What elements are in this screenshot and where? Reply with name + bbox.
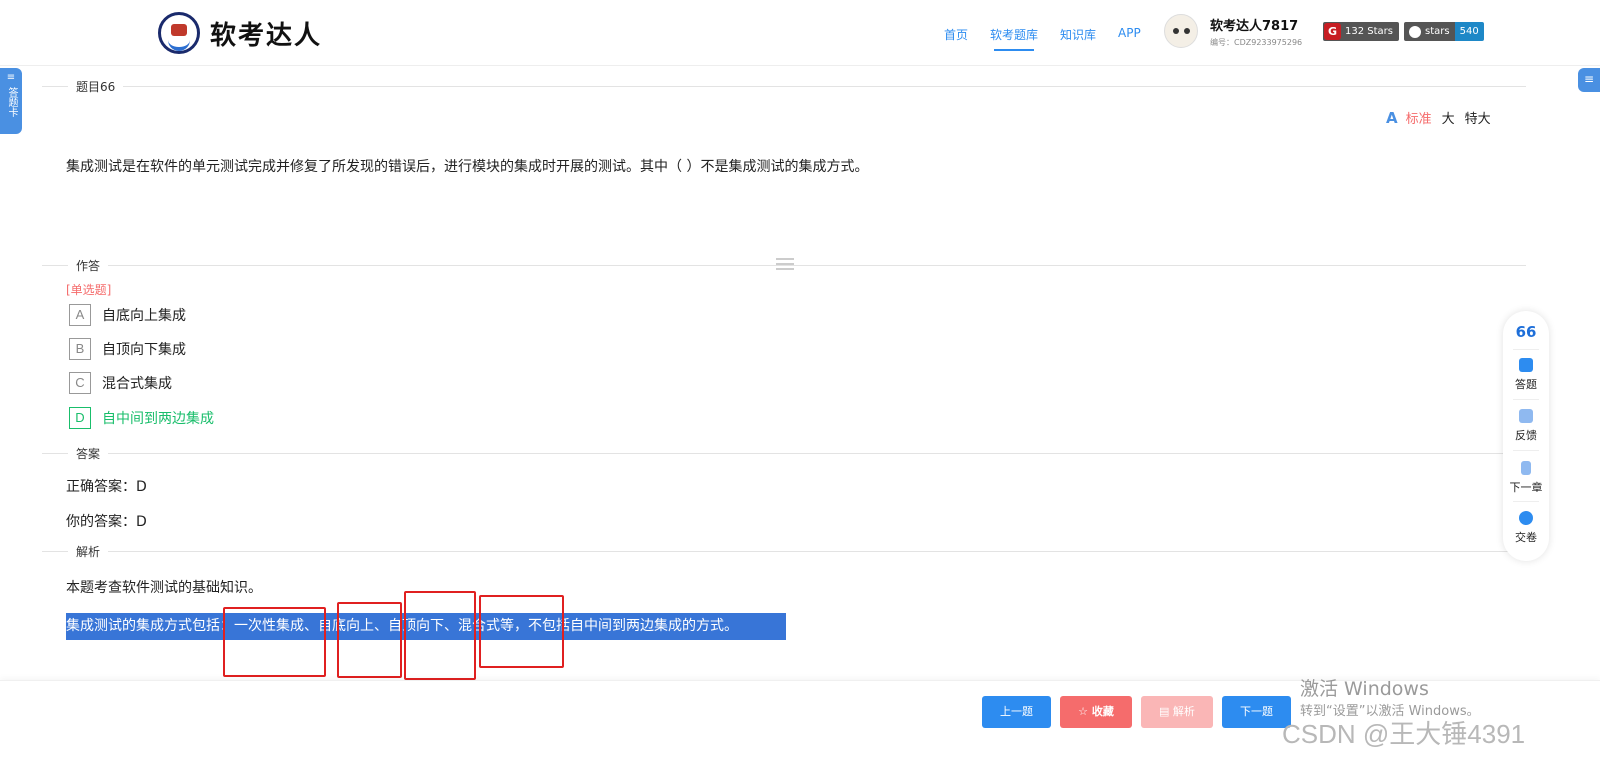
key-section-title: 答案 xyxy=(68,445,109,462)
feedback-icon xyxy=(1519,409,1533,423)
nav-app[interactable]: APP xyxy=(1118,26,1141,43)
nav-question-bank[interactable]: 软考题库 xyxy=(990,26,1038,51)
annotation-box xyxy=(404,591,476,680)
option-letter: D xyxy=(69,407,91,429)
divider xyxy=(1513,399,1539,400)
floating-tool-panel: 66 答题 反馈 下一章 交卷 xyxy=(1503,311,1549,561)
submit-exam-label: 交卷 xyxy=(1515,531,1537,544)
gitee-stars-text: 132 Stars xyxy=(1345,26,1393,37)
option-text: 自中间到两边集成 xyxy=(102,411,214,427)
option-a[interactable]: A 自底向上集成 xyxy=(69,304,186,326)
logo-text: 软考达人 xyxy=(210,20,323,51)
site-logo[interactable]: 软考达人 xyxy=(158,12,322,54)
nav-home[interactable]: 首页 xyxy=(944,26,968,43)
submit-exam-button[interactable]: 交卷 xyxy=(1503,511,1549,545)
annotation-box xyxy=(223,607,326,677)
your-answer: 你的答案：D xyxy=(66,514,147,530)
annotation-box xyxy=(479,595,564,668)
top-header: 软考达人 首页 软考题库 知识库 APP 软考达人7817 编号：CDZ9233… xyxy=(0,0,1600,66)
next-chapter-button[interactable]: 下一章 xyxy=(1503,461,1549,495)
font-size-icon: A xyxy=(1386,108,1398,127)
option-text: 混合式集成 xyxy=(102,376,172,392)
gitee-stars-badge[interactable]: G 132 Stars xyxy=(1323,22,1399,41)
question-type: [单选题] xyxy=(66,283,112,297)
next-chapter-label: 下一章 xyxy=(1509,481,1543,494)
resize-handle-icon[interactable] xyxy=(776,258,794,270)
avatar[interactable] xyxy=(1164,14,1198,48)
logo-emblem-icon xyxy=(158,12,200,54)
option-d[interactable]: D 自中间到两边集成 xyxy=(69,407,214,429)
divider xyxy=(42,551,1526,552)
font-size-control: A 标准 大 特大 xyxy=(1386,108,1501,128)
user-name: 软考达人7817 xyxy=(1210,18,1299,34)
answer-sheet-label: 答题 xyxy=(1515,378,1537,391)
user-profile[interactable]: 软考达人7817 编号：CDZ9233975296 xyxy=(1164,14,1302,48)
question-section-title: 题目66 xyxy=(68,78,124,95)
option-text: 自顶向下集成 xyxy=(102,342,186,358)
divider xyxy=(1513,349,1539,350)
divider xyxy=(1513,450,1539,451)
option-c[interactable]: C 混合式集成 xyxy=(69,372,172,394)
answer-card-tab[interactable]: ≡ 答题卡 xyxy=(0,68,22,134)
divider xyxy=(42,86,1526,87)
github-stars-badge[interactable]: stars 540 xyxy=(1404,22,1484,41)
question-text: 集成测试是在软件的单元测试完成并修复了所发现的错误后，进行模块的集成时开展的测试… xyxy=(66,159,869,175)
main-nav: 首页 软考题库 知识库 APP xyxy=(944,26,1163,51)
option-letter: A xyxy=(69,304,91,326)
option-b[interactable]: B 自顶向下集成 xyxy=(69,338,186,360)
right-menu-tab[interactable]: ≡ xyxy=(1578,68,1600,92)
windows-activation-title: 激活 Windows xyxy=(1300,678,1429,700)
user-id: 编号：CDZ9233975296 xyxy=(1210,37,1303,47)
font-size-standard[interactable]: 标准 xyxy=(1406,108,1432,127)
option-letter: B xyxy=(69,338,91,360)
font-size-large[interactable]: 大 xyxy=(1442,108,1455,127)
github-stars-count: 540 xyxy=(1454,22,1484,41)
csdn-watermark: CSDN @王大锤4391 xyxy=(1282,719,1526,749)
github-stars-label: stars xyxy=(1425,26,1450,37)
next-question-button[interactable]: 下一题 xyxy=(1222,696,1291,728)
menu-icon: ≡ xyxy=(6,72,16,83)
correct-answer: 正确答案：D xyxy=(66,479,147,495)
prev-question-button[interactable]: 上一题 xyxy=(982,696,1051,728)
divider xyxy=(42,453,1526,454)
favorite-button[interactable]: ☆ 收藏 xyxy=(1060,696,1132,728)
explain-button[interactable]: ▤ 解析 xyxy=(1141,696,1213,728)
divider xyxy=(1513,501,1539,502)
font-size-xlarge[interactable]: 特大 xyxy=(1465,108,1491,127)
gitee-icon: G xyxy=(1324,23,1341,40)
github-icon xyxy=(1409,25,1421,38)
feedback-button[interactable]: 反馈 xyxy=(1503,409,1549,443)
upload-icon xyxy=(1519,511,1533,525)
answer-section-title: 作答 xyxy=(68,257,109,274)
nav-knowledge-base[interactable]: 知识库 xyxy=(1060,26,1096,43)
annotation-box xyxy=(337,602,402,678)
answer-sheet-button[interactable]: 答题 xyxy=(1503,358,1549,392)
option-letter: C xyxy=(69,372,91,394)
menu-icon: ≡ xyxy=(1583,72,1595,86)
answer-card-label: 答题卡 xyxy=(6,87,17,117)
chat-icon xyxy=(1519,358,1533,372)
skip-next-icon xyxy=(1521,461,1531,475)
feedback-label: 反馈 xyxy=(1515,429,1537,442)
option-text: 自底向上集成 xyxy=(102,308,186,324)
question-number: 66 xyxy=(1515,323,1537,341)
analysis-section-title: 解析 xyxy=(68,543,109,560)
analysis-line-1: 本题考查软件测试的基础知识。 xyxy=(66,580,262,596)
